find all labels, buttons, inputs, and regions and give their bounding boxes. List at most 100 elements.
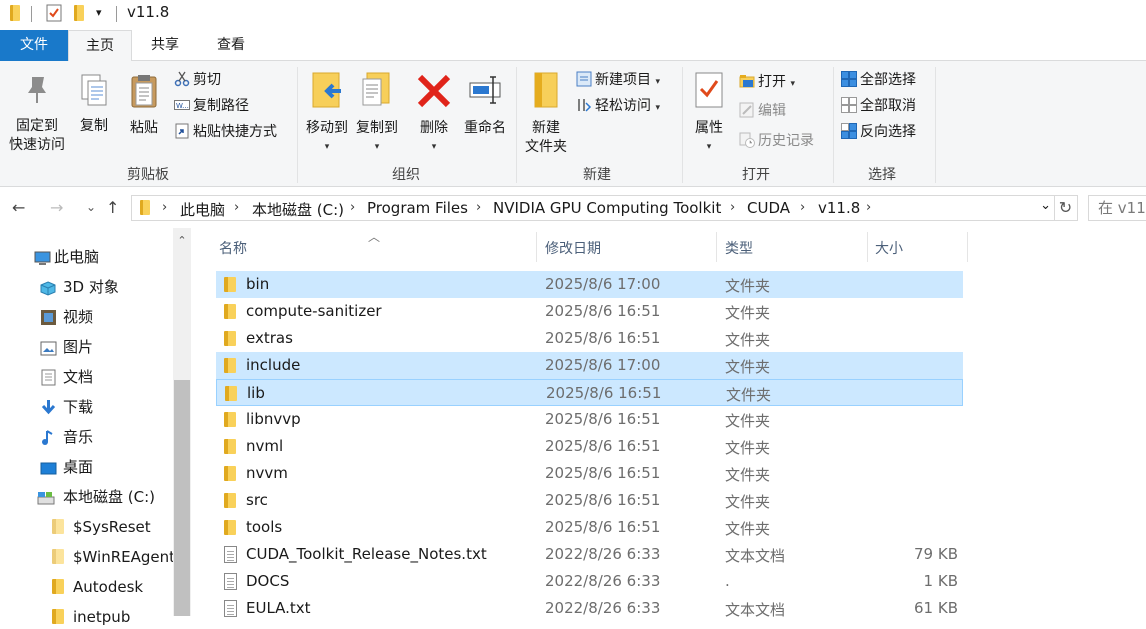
- chevron-down-icon: ▾: [655, 103, 660, 113]
- nav-item-desktop[interactable]: 桌面: [40, 455, 93, 479]
- breadcrumb-nvidia-toolkit[interactable]: NVIDIA GPU Computing Toolkit: [493, 199, 721, 217]
- copy-path-button[interactable]: W... 复制路径: [174, 95, 249, 117]
- file-row[interactable]: include 2025/8/6 17:00 文件夹: [216, 352, 963, 379]
- nav-item-3d-objects[interactable]: 3D 对象: [40, 275, 119, 299]
- copy-button[interactable]: 复制: [73, 73, 115, 136]
- new-folder-icon: [520, 71, 572, 115]
- chevron-right-icon[interactable]: ›: [234, 200, 239, 215]
- chevron-right-icon[interactable]: ›: [730, 200, 735, 215]
- cut-button[interactable]: 剪切: [174, 69, 221, 91]
- nav-item-downloads[interactable]: 下载: [40, 395, 93, 419]
- nav-item-pictures[interactable]: 图片: [40, 335, 93, 359]
- file-type: .: [725, 572, 730, 590]
- scrollbar-thumb[interactable]: [174, 380, 190, 616]
- refresh-icon[interactable]: ↻: [1054, 195, 1078, 221]
- text-file-icon: [224, 573, 237, 590]
- search-input[interactable]: 在 v11.: [1088, 195, 1146, 221]
- new-folder-button[interactable]: 新建 文件夹: [520, 71, 572, 157]
- paste-button[interactable]: 粘贴: [122, 73, 166, 138]
- video-icon: [40, 309, 57, 325]
- tab-home[interactable]: 主页: [68, 30, 132, 62]
- nav-item-autodesk[interactable]: Autodesk: [52, 575, 143, 599]
- text-file-icon: [224, 546, 237, 563]
- file-row[interactable]: libnvvp 2025/8/6 16:51 文件夹: [216, 406, 963, 433]
- tab-share[interactable]: 共享: [132, 30, 198, 61]
- nav-item-local-disk[interactable]: 本地磁盘 (C:): [37, 485, 155, 509]
- address-bar[interactable]: › 此电脑 › 本地磁盘 (C:) › Program Files › NVID…: [131, 195, 1055, 221]
- move-to-button[interactable]: 移动到 ▾: [302, 71, 352, 157]
- file-name: CUDA_Toolkit_Release_Notes.txt: [246, 545, 487, 563]
- file-row[interactable]: DOCS 2022/8/26 6:33. 1 KB: [216, 568, 963, 595]
- chevron-right-icon[interactable]: ›: [350, 200, 355, 215]
- copy-to-button[interactable]: 复制到 ▾: [352, 71, 402, 157]
- pin-to-quick-access-button[interactable]: 固定到 快速访问: [5, 73, 69, 155]
- file-row[interactable]: tools 2025/8/6 16:51 文件夹: [216, 514, 963, 541]
- scroll-up-arrow-icon[interactable]: ⌃: [173, 230, 191, 252]
- file-row[interactable]: nvvm 2025/8/6 16:51 文件夹: [216, 460, 963, 487]
- column-divider[interactable]: [867, 232, 868, 262]
- paste-shortcut-button[interactable]: 粘贴快捷方式: [174, 121, 277, 143]
- new-folder-icon[interactable]: [74, 5, 84, 21]
- edit-button[interactable]: 编辑: [739, 100, 786, 122]
- forward-arrow-icon[interactable]: →: [50, 198, 63, 217]
- breadcrumb-local-disk[interactable]: 本地磁盘 (C:): [252, 199, 344, 220]
- select-all-button[interactable]: 全部选择: [841, 69, 916, 91]
- nav-item-documents[interactable]: 文档: [40, 365, 93, 389]
- breadcrumb-cuda[interactable]: CUDA: [747, 199, 790, 217]
- nav-item-this-pc[interactable]: 此电脑: [34, 245, 99, 269]
- edit-label: 编辑: [758, 103, 786, 119]
- file-row[interactable]: extras 2025/8/6 16:51 文件夹: [216, 325, 963, 352]
- select-none-button[interactable]: 全部取消: [841, 95, 916, 117]
- rename-button[interactable]: 重命名: [460, 71, 510, 138]
- chevron-down-icon: ▾: [790, 79, 795, 89]
- file-row[interactable]: nvml 2025/8/6 16:51 文件夹: [216, 433, 963, 460]
- properties-check-icon[interactable]: [46, 4, 62, 26]
- nav-item-music[interactable]: 音乐: [40, 425, 93, 449]
- file-name: extras: [246, 329, 293, 347]
- column-header-size[interactable]: 大小: [875, 238, 903, 258]
- breadcrumb-program-files[interactable]: Program Files: [367, 199, 468, 217]
- new-item-button[interactable]: 新建项目 ▾: [576, 69, 660, 91]
- column-divider[interactable]: [536, 232, 537, 262]
- file-row[interactable]: compute-sanitizer 2025/8/6 16:51 文件夹: [216, 298, 963, 325]
- column-divider[interactable]: [716, 232, 717, 262]
- delete-button[interactable]: 删除 ▾: [412, 71, 456, 157]
- chevron-right-icon[interactable]: ›: [162, 200, 167, 215]
- folder-icon: [140, 200, 150, 215]
- nav-item-sysreset[interactable]: $SysReset: [52, 515, 151, 539]
- tab-view[interactable]: 查看: [198, 30, 264, 61]
- recent-locations-chevron-icon[interactable]: ⌄: [86, 200, 96, 214]
- file-row[interactable]: bin 2025/8/6 17:00 文件夹: [216, 271, 963, 298]
- text-file-icon: [224, 600, 237, 617]
- file-row[interactable]: src 2025/8/6 16:51 文件夹: [216, 487, 963, 514]
- properties-button[interactable]: 属性 ▾: [687, 71, 731, 157]
- breadcrumb-this-pc[interactable]: 此电脑: [180, 199, 225, 220]
- file-row[interactable]: CUDA_Toolkit_Release_Notes.txt 2022/8/26 …: [216, 541, 963, 568]
- chevron-right-icon[interactable]: ›: [800, 200, 805, 215]
- address-history-chevron-icon[interactable]: ⌄: [1040, 198, 1051, 213]
- nav-item-videos[interactable]: 视频: [40, 305, 93, 329]
- open-button[interactable]: 打开 ▾: [739, 71, 795, 93]
- computer-icon: [34, 249, 51, 265]
- up-arrow-icon[interactable]: ↑: [106, 198, 119, 217]
- chevron-right-icon[interactable]: ›: [866, 200, 871, 215]
- chevron-right-icon[interactable]: ›: [476, 200, 481, 215]
- column-divider[interactable]: [967, 232, 968, 262]
- customize-toolbar-icon[interactable]: ▾: [96, 6, 102, 19]
- column-header-name[interactable]: 名称: [219, 238, 247, 258]
- breadcrumb-v11-8[interactable]: v11.8: [818, 199, 860, 217]
- column-header-date[interactable]: 修改日期: [545, 238, 601, 258]
- tab-file[interactable]: 文件: [0, 30, 68, 61]
- column-header-type[interactable]: 类型: [725, 238, 753, 258]
- nav-item-winreagent[interactable]: $WinREAgent: [52, 545, 175, 569]
- file-type: 文件夹: [725, 358, 771, 376]
- back-arrow-icon[interactable]: ←: [12, 198, 25, 217]
- easy-access-button[interactable]: 轻松访问 ▾: [576, 95, 660, 117]
- file-row[interactable]: lib 2025/8/6 16:51 文件夹: [216, 379, 963, 406]
- history-button[interactable]: 历史记录: [739, 130, 814, 152]
- invert-selection-button[interactable]: 反向选择: [841, 121, 916, 143]
- file-row[interactable]: EULA.txt 2022/8/26 6:33 文本文档 61 KB: [216, 595, 963, 622]
- copy-to-icon: [352, 71, 402, 115]
- nav-item-inetpub[interactable]: inetpub: [52, 605, 130, 629]
- file-size: 1 KB: [923, 572, 958, 590]
